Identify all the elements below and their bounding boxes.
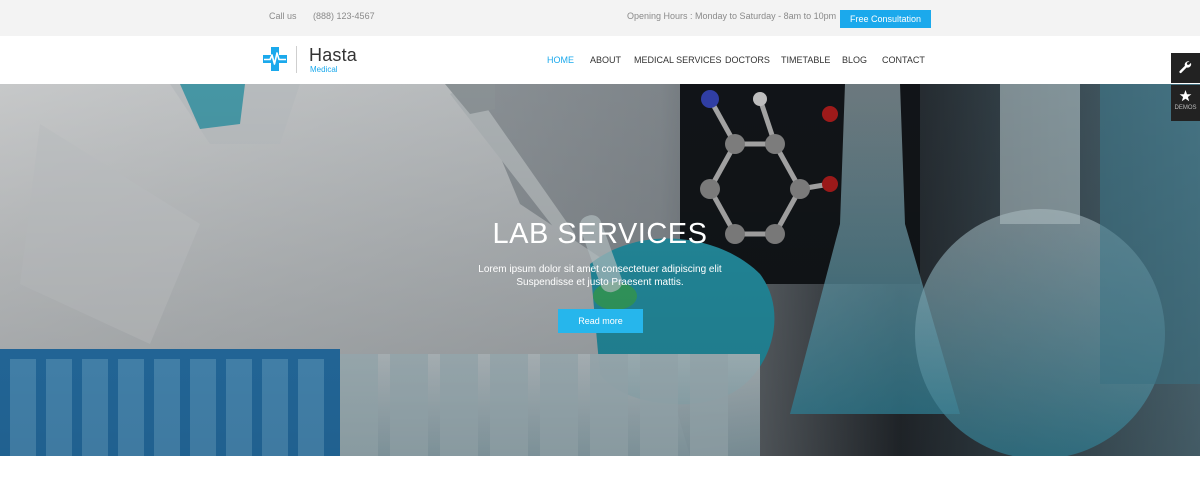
hero-title: LAB SERVICES — [492, 218, 708, 250]
opening-hours: Opening Hours : Monday to Saturday - 8am… — [627, 11, 837, 21]
nav-contact[interactable]: CONTACT — [882, 55, 925, 65]
read-more-button[interactable]: Read more — [558, 309, 643, 333]
nav-about[interactable]: ABOUT — [590, 55, 621, 65]
settings-panel-toggle[interactable] — [1171, 53, 1200, 83]
nav-blog[interactable]: BLOG — [842, 55, 867, 65]
call-label: Call us — [269, 11, 297, 21]
hero-slider: LAB SERVICES Lorem ipsum dolor sit amet … — [0, 84, 1200, 456]
demos-label: DEMOS — [1174, 105, 1197, 111]
nav-medical-services[interactable]: MEDICAL SERVICES — [634, 55, 722, 65]
hero-description-line-2: Suspendisse et justo Praesent mattis. — [516, 277, 684, 288]
nav-home[interactable]: HOME — [547, 55, 574, 65]
hero-description: Lorem ipsum dolor sit amet consectetuer … — [0, 263, 1200, 289]
hero-description-line-1: Lorem ipsum dolor sit amet consectetuer … — [478, 264, 722, 275]
top-bar: Call us (888) 123-4567 Opening Hours : M… — [0, 0, 1200, 36]
contact-info: Call us (888) 123-4567 — [269, 11, 375, 21]
nav-timetable[interactable]: TIMETABLE — [781, 55, 830, 65]
wrench-icon — [1179, 61, 1192, 74]
brand-name[interactable]: Hasta — [309, 45, 357, 66]
main-header: Hasta Medical HOME ABOUT MEDICAL SERVICE… — [0, 36, 1200, 85]
brand-tagline: Medical — [310, 65, 338, 74]
logo-divider — [296, 46, 297, 73]
nav-doctors[interactable]: DOCTORS — [725, 55, 770, 65]
free-consultation-button[interactable]: Free Consultation — [840, 10, 931, 28]
star-icon — [1179, 90, 1192, 102]
demos-button[interactable]: DEMOS — [1171, 85, 1200, 121]
medical-cross-ecg-icon[interactable] — [263, 47, 287, 71]
phone-number[interactable]: (888) 123-4567 — [313, 11, 375, 21]
